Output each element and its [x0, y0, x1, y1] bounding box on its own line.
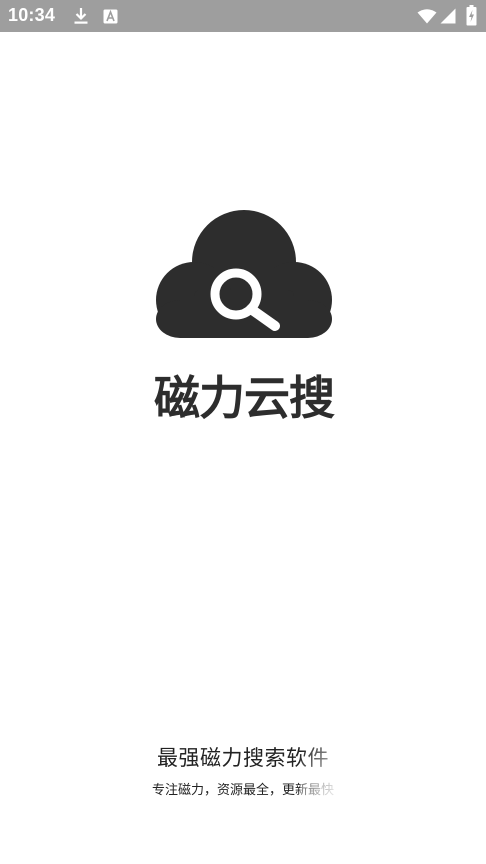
wifi-icon: [417, 9, 437, 24]
cloud-search-icon: [156, 210, 332, 338]
app-name: 磁力云搜: [154, 371, 335, 425]
text-a-icon: [103, 9, 118, 24]
slogan: 最强磁力搜索软件: [157, 746, 329, 770]
status-bar: 10:34: [0, 0, 486, 32]
status-time: 10:34: [8, 5, 56, 25]
subslogan: 专注磁力，资源最全，更新最快: [151, 783, 334, 798]
download-icon: [74, 8, 88, 24]
battery-charging-icon: [466, 5, 477, 26]
signal-icon: [440, 8, 456, 24]
